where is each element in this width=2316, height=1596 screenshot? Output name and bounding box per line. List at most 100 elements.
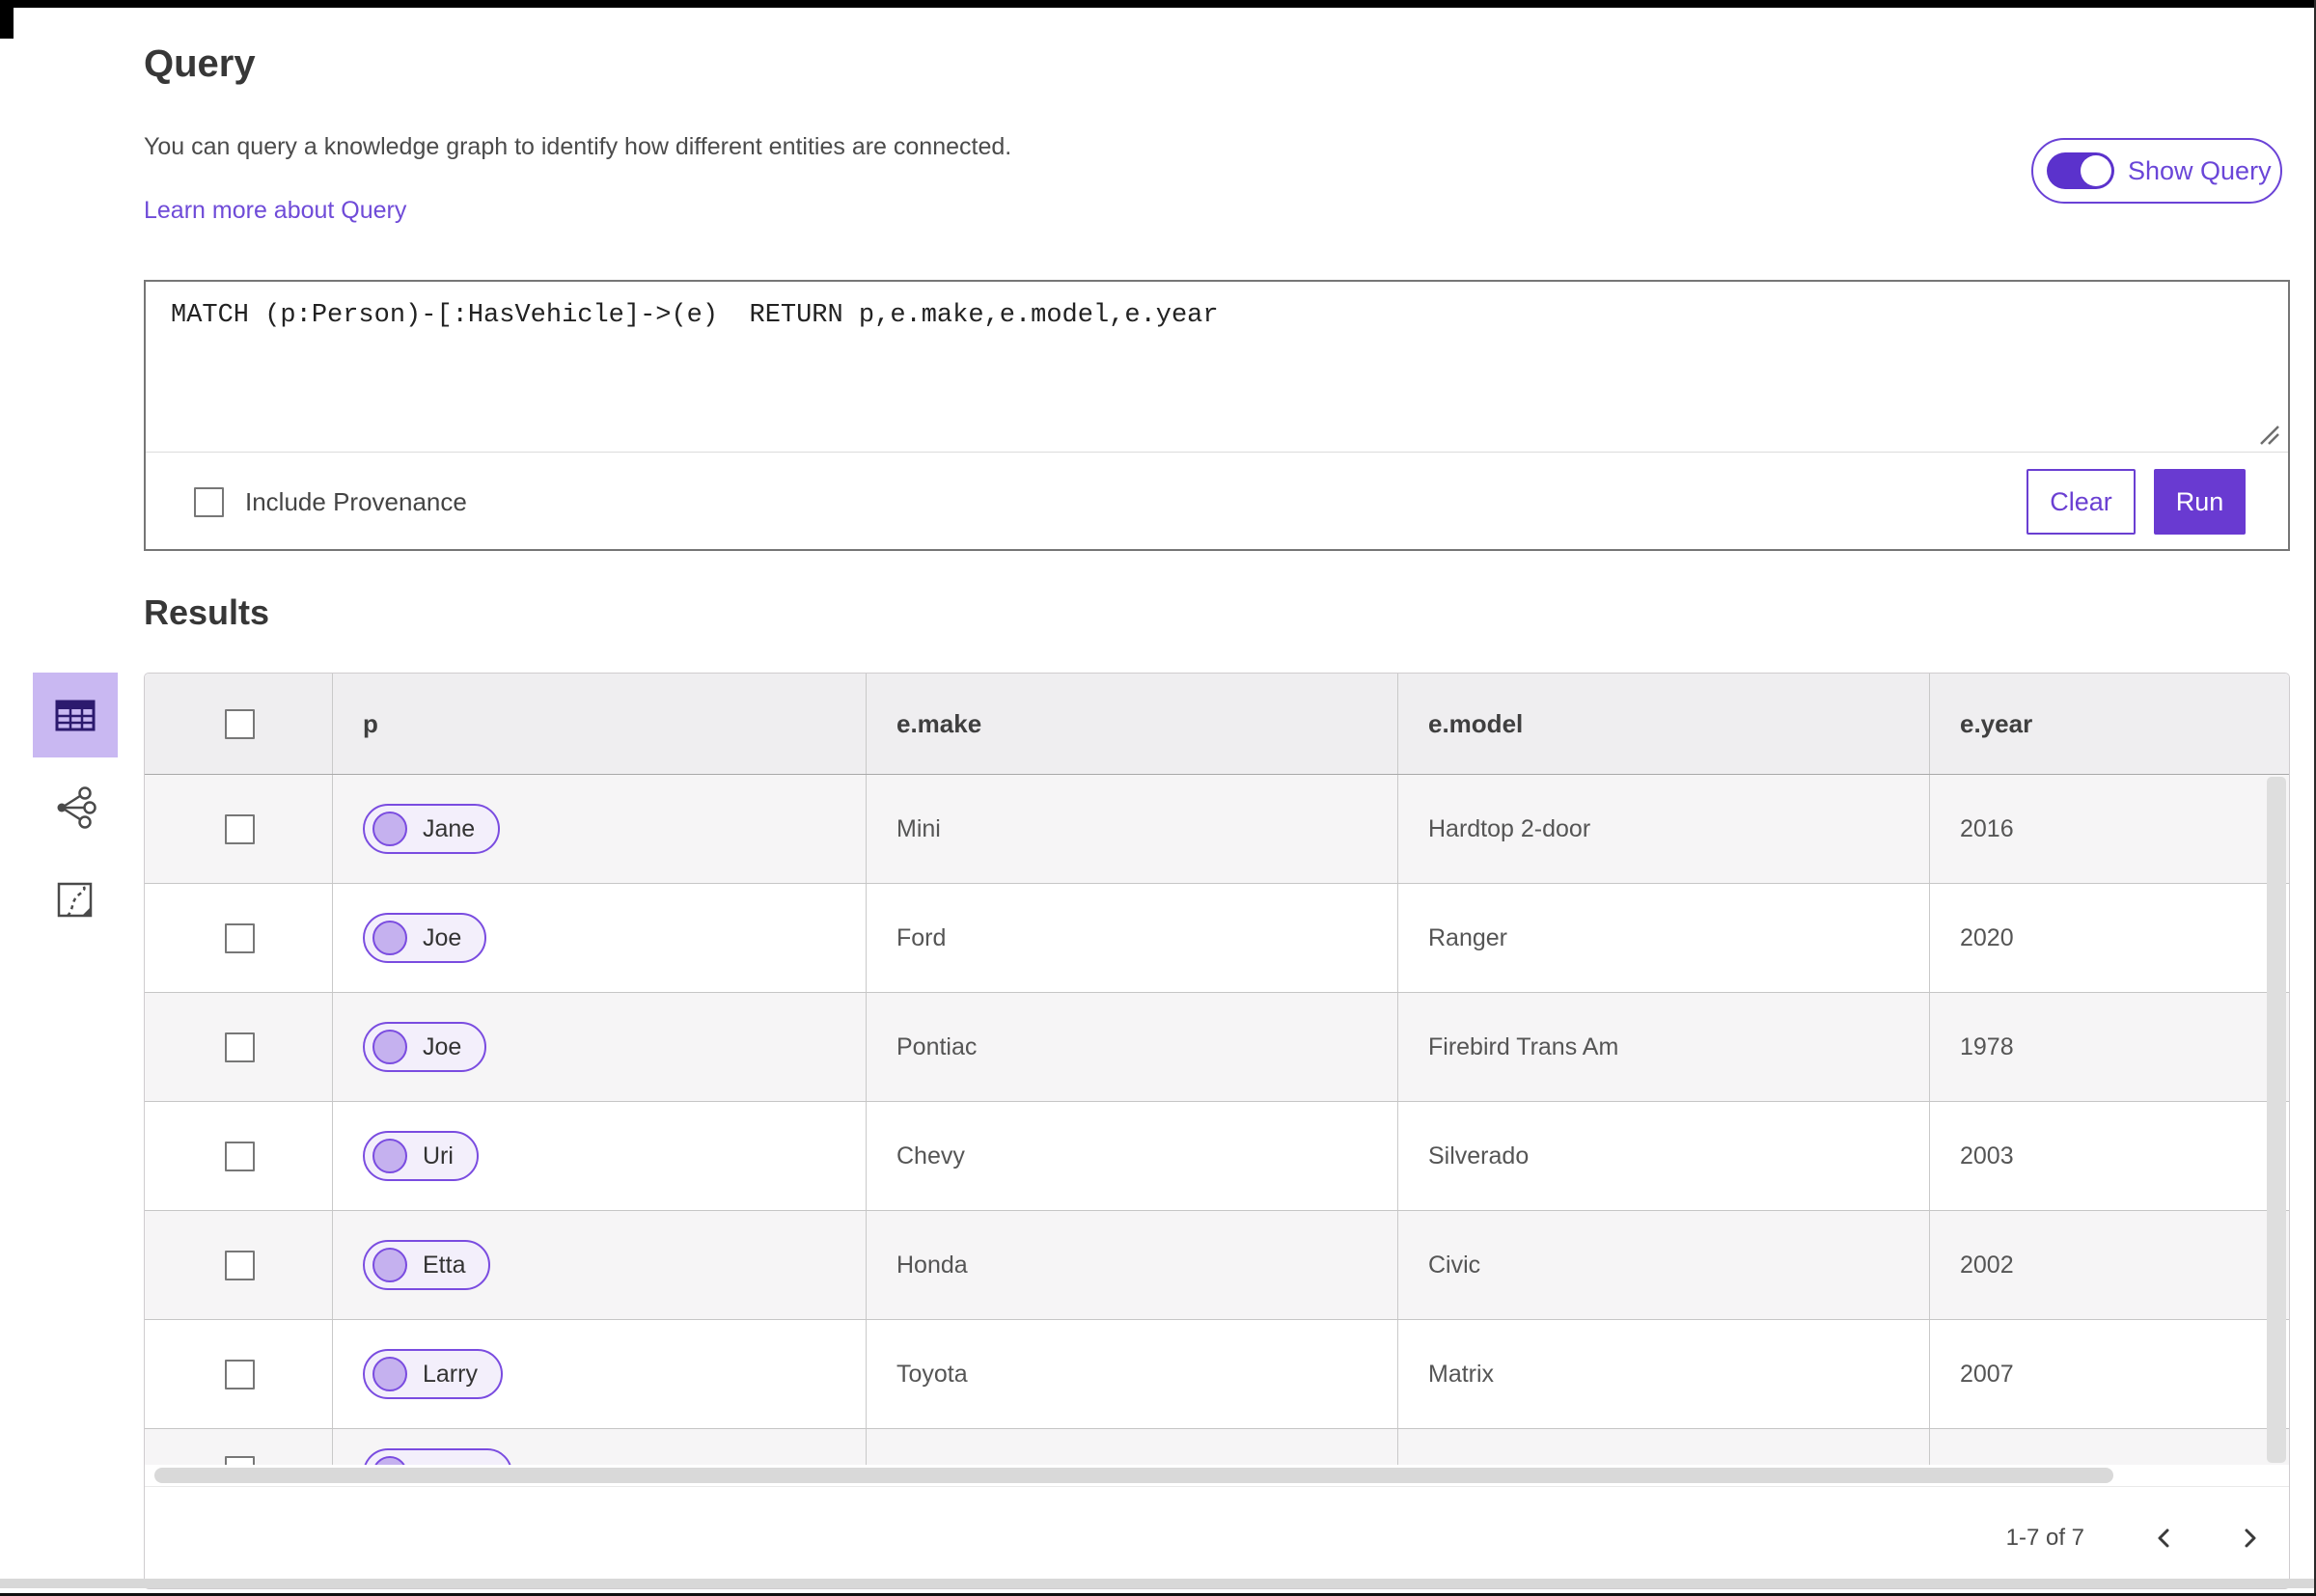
entity-pill[interactable]: Uri — [363, 1131, 479, 1181]
entity-pill[interactable]: Joe — [363, 913, 487, 963]
pagination-range-label: 1-7 of 7 — [2005, 1524, 2084, 1551]
row-checkbox[interactable] — [225, 1359, 255, 1390]
main-content: Query You can query a knowledge graph to… — [144, 8, 2290, 1596]
row-checkbox[interactable] — [225, 1141, 255, 1171]
row-cell-year — [1930, 1429, 2289, 1465]
row-cell-make — [867, 1429, 1398, 1465]
resize-handle-icon[interactable] — [2251, 417, 2284, 450]
entity-node-icon — [372, 1357, 407, 1391]
row-checkbox[interactable] — [225, 1456, 255, 1465]
header-cell-year: e.year — [1960, 708, 2033, 738]
entity-node-icon — [372, 1030, 407, 1064]
toggle-switch-icon[interactable] — [2047, 152, 2114, 189]
table-header-row: p e.make e.model e.year — [145, 674, 2289, 775]
header-cell-select — [145, 674, 333, 774]
row-cell-make: Ford — [867, 884, 1398, 992]
table-row — [145, 1429, 2289, 1465]
entity-pill[interactable]: Etta — [363, 1240, 491, 1290]
table-body: Jane Mini Hardtop 2-door 2016 Joe Ford R… — [145, 775, 2289, 1465]
bottom-scroll-track[interactable] — [0, 1579, 2316, 1588]
learn-more-link[interactable]: Learn more about Query — [144, 197, 406, 225]
row-cell-year: 1978 — [1960, 1032, 2014, 1060]
table-row: Joe Pontiac Firebird Trans Am 1978 — [145, 993, 2289, 1102]
entity-node-icon — [372, 1248, 407, 1282]
select-all-checkbox[interactable] — [225, 708, 255, 739]
row-cell-model: Civic — [1398, 1211, 1930, 1319]
query-actions: Clear Run — [2026, 469, 2246, 535]
header-cell-p: p — [333, 674, 867, 774]
row-cell-make: Toyota — [867, 1320, 1398, 1428]
table-row: Jane Mini Hardtop 2-door 2016 — [145, 775, 2289, 884]
entity-pill[interactable]: Joe — [363, 1022, 487, 1072]
row-cell-select — [145, 1429, 333, 1465]
row-cell-select — [145, 1211, 333, 1319]
row-cell-p: Joe — [333, 884, 867, 992]
row-cell-p — [333, 1429, 867, 1465]
show-query-toggle-label: Show Query — [2128, 155, 2272, 185]
toggle-knob — [2081, 155, 2111, 186]
query-input[interactable]: MATCH (p:Person)-[:HasVehicle]->(e) RETU… — [146, 282, 2288, 450]
run-button[interactable]: Run — [2154, 469, 2246, 535]
show-query-toggle[interactable]: Show Query — [2031, 138, 2282, 204]
knowledge-graph-query-page: Query You can query a knowledge graph to… — [0, 0, 2316, 1596]
row-cell-model — [1398, 1429, 1930, 1465]
entity-pill[interactable]: Jane — [363, 804, 501, 854]
include-provenance-control: Include Provenance — [194, 486, 467, 517]
chevron-left-icon[interactable] — [2152, 1526, 2177, 1551]
entity-node-icon — [372, 921, 407, 955]
row-cell-select — [145, 1320, 333, 1428]
results-card: p e.make e.model e.year Jane Mini Hardto… — [144, 673, 2290, 1589]
row-cell-p: Etta — [333, 1211, 867, 1319]
row-checkbox[interactable] — [225, 1032, 255, 1062]
row-cell-select — [145, 884, 333, 992]
table-view-icon — [55, 700, 96, 731]
entity-node-icon — [372, 1456, 407, 1465]
entity-pill-label: Joe — [423, 923, 462, 951]
row-cell-make: Mini — [867, 775, 1398, 883]
include-provenance-label: Include Provenance — [245, 486, 467, 516]
row-cell-year: 2016 — [1960, 814, 2014, 842]
window-corner — [0, 0, 14, 39]
vertical-scrollbar[interactable] — [2267, 777, 2286, 1463]
entity-pill[interactable]: Larry — [363, 1349, 503, 1399]
include-provenance-checkbox[interactable] — [194, 486, 224, 517]
row-cell-select — [145, 1102, 333, 1210]
page-title: Query — [144, 42, 256, 85]
link-chart-view-button[interactable] — [33, 765, 118, 850]
row-cell-model: Ranger — [1398, 884, 1930, 992]
row-cell-make: Honda — [867, 1211, 1398, 1319]
entity-pill-label: Larry — [423, 1360, 478, 1388]
entity-pill-label: Jane — [423, 814, 476, 842]
row-cell-model: Matrix — [1398, 1320, 1930, 1428]
row-cell-make: Pontiac — [867, 993, 1398, 1101]
table-row: Uri Chevy Silverado 2003 — [145, 1102, 2289, 1211]
link-chart-view-icon — [57, 786, 96, 829]
row-cell-year: 2002 — [1960, 1251, 2014, 1279]
table-footer: 1-7 of 7 — [145, 1486, 2289, 1588]
row-cell-year: 2020 — [1960, 923, 2014, 951]
table-row: Joe Ford Ranger 2020 — [145, 884, 2289, 993]
row-checkbox[interactable] — [225, 813, 255, 844]
entity-pill-label: Uri — [423, 1142, 454, 1169]
row-checkbox[interactable] — [225, 1250, 255, 1280]
map-view-icon — [57, 882, 93, 918]
row-cell-p: Uri — [333, 1102, 867, 1210]
header-cell-model: e.model — [1398, 674, 1930, 774]
row-cell-model: Firebird Trans Am — [1398, 993, 1930, 1101]
query-toolbar: Include Provenance Clear Run — [146, 453, 2288, 551]
row-cell-p: Larry — [333, 1320, 867, 1428]
entity-pill-label: Etta — [423, 1251, 466, 1279]
results-view-rail — [0, 673, 125, 943]
row-cell-p: Jane — [333, 775, 867, 883]
map-view-button[interactable] — [33, 858, 118, 943]
horizontal-scrollbar[interactable] — [154, 1468, 2113, 1483]
row-checkbox[interactable] — [225, 922, 255, 953]
query-description: You can query a knowledge graph to ident… — [144, 133, 1012, 160]
chevron-right-icon[interactable] — [2237, 1526, 2262, 1551]
table-view-button[interactable] — [33, 673, 118, 757]
clear-button[interactable]: Clear — [2026, 469, 2136, 535]
entity-pill[interactable] — [363, 1448, 512, 1465]
row-cell-select — [145, 775, 333, 883]
row-cell-p: Joe — [333, 993, 867, 1101]
row-cell-year: 2003 — [1960, 1142, 2014, 1169]
